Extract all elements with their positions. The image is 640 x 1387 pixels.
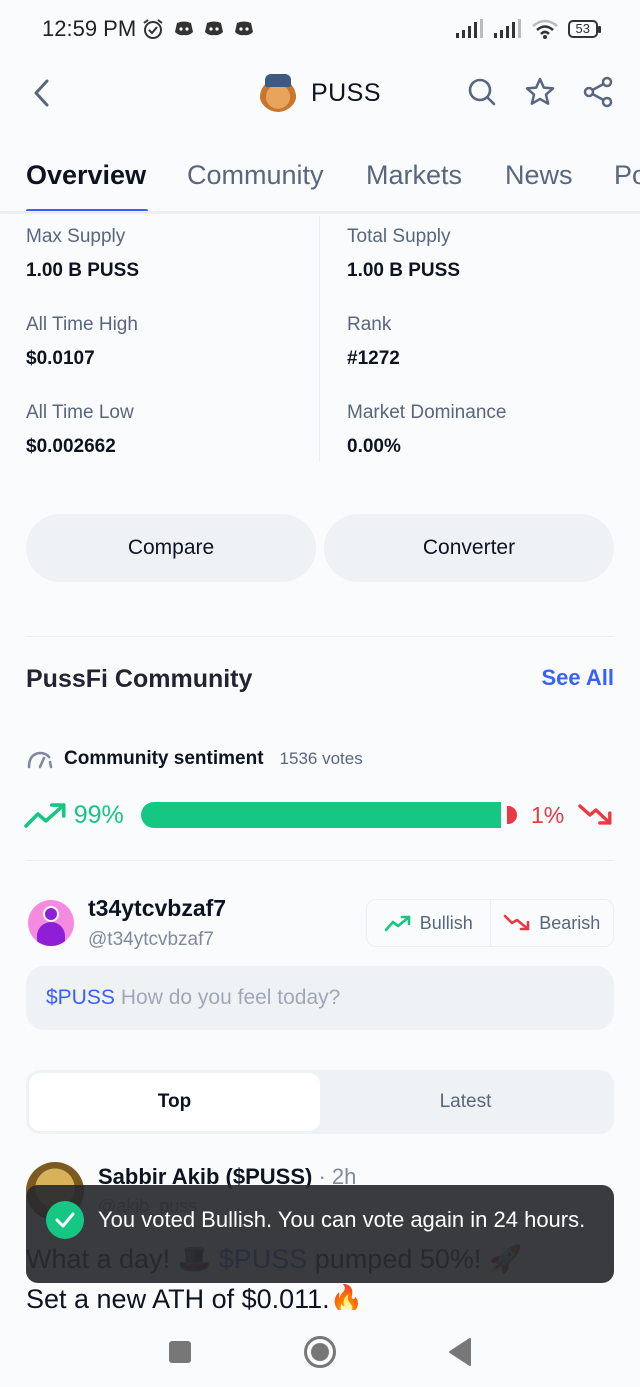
user-avatar[interactable] — [28, 900, 74, 946]
alarm-icon — [143, 19, 163, 39]
stat-value: 1.00 B PUSS — [26, 260, 139, 281]
back-icon — [34, 79, 49, 107]
tab-portfolio[interactable]: Po — [614, 160, 640, 191]
trend-down-icon — [503, 914, 530, 931]
discord-icon — [175, 21, 194, 36]
recents-icon — [169, 1341, 191, 1363]
bearish-label: Bearish — [539, 912, 601, 933]
bullish-bar — [141, 802, 502, 828]
stat-all-time-low: All Time Low $0.002662 — [26, 402, 306, 458]
stat-rank: Rank #1272 — [347, 314, 627, 370]
stat-value: $0.0107 — [26, 348, 95, 369]
tab-latest[interactable]: Latest — [320, 1073, 611, 1131]
notification-icons — [142, 18, 254, 40]
stat-label: Total Supply — [347, 226, 451, 247]
stat-value: 0.00% — [347, 436, 401, 457]
signal-icon — [455, 19, 483, 38]
stat-all-time-high: All Time High $0.0107 — [26, 314, 306, 370]
stat-label: Market Dominance — [347, 402, 507, 423]
section-divider — [26, 860, 614, 861]
share-icon — [583, 76, 613, 108]
sentiment-title: Community sentiment — [64, 748, 264, 769]
bearish-bar — [507, 806, 518, 824]
tab-bar: Overview Community Markets News Po — [0, 148, 640, 214]
action-buttons: Compare Converter — [26, 514, 614, 582]
stat-max-supply: Max Supply 1.00 B PUSS — [26, 226, 306, 282]
stats-grid: Max Supply 1.00 B PUSS Total Supply 1.00… — [0, 216, 640, 462]
status-time: 12:59 PM — [42, 16, 137, 41]
trend-up-icon — [384, 915, 411, 932]
bullish-label: Bullish — [419, 912, 473, 933]
header: PUSS — [0, 58, 640, 128]
home-button[interactable] — [302, 1334, 338, 1370]
discord-icon — [235, 21, 254, 36]
tab-top[interactable]: Top — [29, 1073, 320, 1131]
star-icon — [525, 77, 555, 105]
bullish-percent: 99% — [73, 800, 124, 829]
stat-value: $0.002662 — [26, 436, 116, 457]
vote-count: 1536 votes — [279, 749, 363, 768]
bullish-button[interactable]: Bullish — [367, 900, 490, 946]
trend-up-icon — [24, 803, 66, 828]
search-button[interactable] — [464, 74, 500, 110]
see-all-link[interactable]: See All — [541, 665, 614, 691]
composer-placeholder: How do you feel today? — [120, 986, 341, 1009]
bearish-percent: 1% — [530, 801, 565, 828]
post-composer-input[interactable]: $PUSS How do you feel today? — [26, 966, 614, 1030]
sentiment-bar-row: 99% 1% — [24, 797, 614, 833]
back-nav-button[interactable] — [442, 1334, 478, 1370]
active-tab-indicator — [26, 209, 148, 211]
status-bar: 12:59 PM 53 — [0, 0, 640, 58]
sentiment-bar — [141, 802, 518, 828]
stat-label: All Time Low — [26, 402, 134, 423]
recents-button[interactable] — [162, 1334, 198, 1370]
vote-toast: You voted Bullish. You can vote again in… — [26, 1185, 614, 1283]
check-icon — [46, 1201, 84, 1239]
toast-message: You voted Bullish. You can vote again in… — [98, 1207, 586, 1232]
wifi-icon — [531, 19, 558, 39]
gauge-icon — [27, 751, 53, 769]
composer-tag: $PUSS — [46, 986, 115, 1009]
vote-buttons: Bullish Bearish — [366, 899, 614, 947]
back-nav-icon — [449, 1338, 471, 1366]
home-icon — [304, 1336, 336, 1368]
stats-divider — [319, 216, 320, 462]
sentiment-header: Community sentiment 1536 votes — [26, 748, 363, 770]
tab-overview[interactable]: Overview — [26, 160, 146, 191]
coin-logo-icon — [258, 74, 297, 112]
converter-button[interactable]: Converter — [324, 514, 614, 582]
compare-button[interactable]: Compare — [26, 514, 316, 582]
trend-down-icon — [578, 804, 612, 825]
stat-market-dominance: Market Dominance 0.00% — [347, 402, 627, 458]
stat-value: 1.00 B PUSS — [347, 260, 460, 281]
user-handle: @t34ytcvbzaf7 — [88, 929, 214, 950]
stat-label: All Time High — [26, 314, 138, 335]
discord-icon — [205, 21, 224, 36]
system-nav-bar — [0, 1310, 640, 1387]
stat-label: Max Supply — [26, 226, 126, 247]
tab-news[interactable]: News — [505, 160, 573, 191]
watchlist-button[interactable] — [522, 74, 558, 110]
bearish-button[interactable]: Bearish — [489, 900, 614, 946]
back-button[interactable] — [26, 74, 56, 112]
section-divider — [26, 636, 614, 637]
signal-icon — [493, 19, 521, 38]
header-actions — [464, 74, 616, 110]
avatar-body — [37, 922, 65, 946]
system-icons: 53 — [455, 19, 602, 39]
stat-value: #1272 — [347, 348, 400, 369]
avatar-head — [43, 906, 59, 922]
community-title: PussFi Community — [26, 665, 253, 693]
search-icon — [468, 78, 496, 106]
username: t34ytcvbzaf7 — [88, 895, 227, 921]
tab-markets[interactable]: Markets — [366, 160, 462, 191]
share-button[interactable] — [580, 74, 616, 110]
tab-community[interactable]: Community — [187, 160, 324, 191]
page-title: PUSS — [310, 78, 382, 107]
stat-total-supply: Total Supply 1.00 B PUSS — [347, 226, 627, 282]
battery-icon: 53 — [567, 20, 602, 38]
stat-label: Rank — [347, 314, 392, 335]
feed-segmented-control: Top Latest — [26, 1070, 614, 1134]
